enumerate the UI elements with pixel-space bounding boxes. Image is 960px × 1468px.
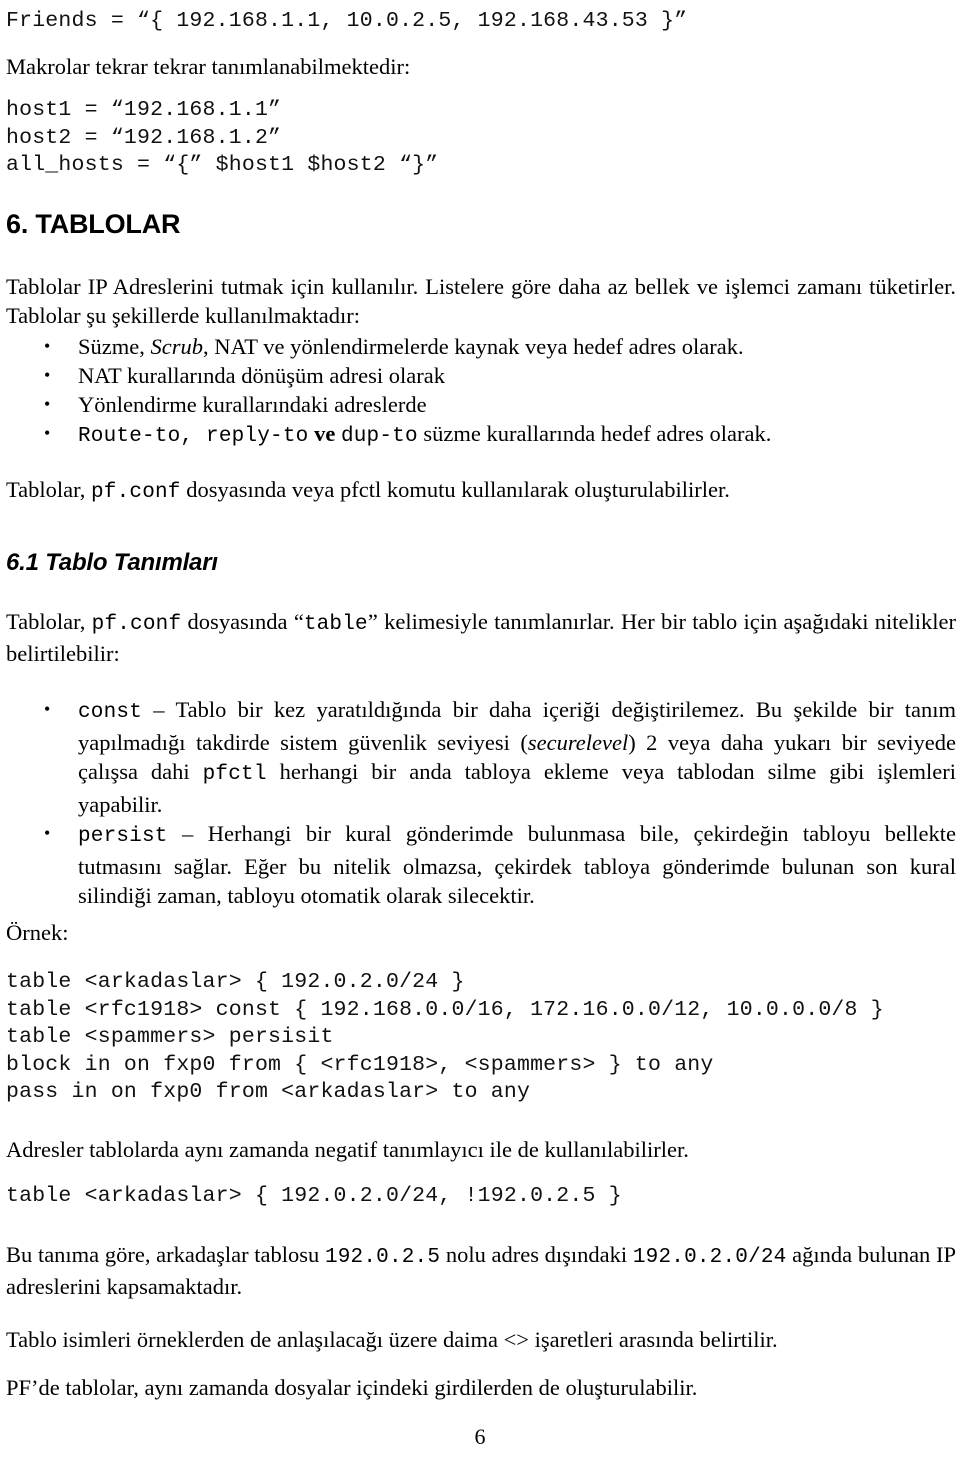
paragraph-bu-tanima: Bu tanıma göre, arkadaşlar tablosu 192.0… — [6, 1240, 956, 1301]
text-run-italic: Scrub — [150, 334, 204, 359]
text-run-code: pf.conf — [91, 481, 181, 504]
text-run: dosyasında “ — [181, 609, 304, 634]
heading-section-6: 6. TABLOLAR — [6, 209, 181, 239]
heading-section-6-1: 6.1 Tablo Tanımları — [6, 549, 218, 576]
list-item-text: persist – Herhangi bir kural gönderimde … — [78, 821, 956, 908]
paragraph-tablo-tanim: Tablolar, pf.conf dosyasında “table” kel… — [6, 607, 956, 668]
list-item-text: Yönlendirme kurallarındaki adreslerde — [78, 392, 427, 417]
bullet-icon: • — [44, 394, 51, 414]
code-table-examples: table <arkadaslar> { 192.0.2.0/24 } tabl… — [6, 970, 884, 1104]
code-table-negatif: table <arkadaslar> { 192.0.2.0/24, !192.… — [6, 1184, 622, 1208]
text-run: ve — [308, 421, 341, 446]
paragraph-tablolar-intro: Tablolar IP Adreslerini tutmak için kull… — [6, 274, 956, 328]
list-table-usage: • Süzme, Scrub, NAT ve yönlendirmelerde … — [0, 332, 956, 451]
text-run: süzme kurallarında hedef adres olarak. — [417, 421, 772, 446]
text-run: NAT kurallarında dönüşüm adresi olarak — [78, 363, 445, 388]
bullet-icon: • — [44, 365, 51, 385]
list-item: • Yönlendirme kurallarındaki adreslerde — [0, 390, 956, 419]
text-run-code: table — [303, 613, 368, 636]
bullet-icon: • — [44, 336, 51, 356]
list-table-attributes: • const – Tablo bir kez yaratıldığında b… — [0, 695, 956, 911]
label-ornek: Örnek: — [6, 920, 69, 945]
bullet-icon: • — [44, 699, 51, 719]
text-run: – Herhangi bir kural gönderimde bulunmas… — [78, 821, 956, 908]
paragraph-tablolar-pfconf: Tablolar, pf.conf dosyasında veya pfctl … — [6, 475, 956, 507]
list-item-text: const – Tablo bir kez yaratıldığında bir… — [78, 697, 956, 817]
list-item: • const – Tablo bir kez yaratıldığında b… — [0, 695, 956, 819]
page-number: 6 — [474, 1424, 486, 1449]
bullet-icon: • — [44, 423, 51, 443]
list-item: • Süzme, Scrub, NAT ve yönlendirmelerde … — [0, 332, 956, 361]
list-item-text: Route-to, reply-to ve dup-to süzme kural… — [78, 421, 772, 448]
document-page: Friends = “{ 192.168.1.1, 10.0.2.5, 192.… — [0, 0, 960, 1468]
text-run: , NAT ve yönlendirmelerde kaynak veya he… — [203, 334, 744, 359]
text-run: Tablolar, — [6, 477, 91, 502]
code-friends-macro: Friends = “{ 192.168.1.1, 10.0.2.5, 192.… — [6, 9, 688, 33]
text-run-code: 192.0.2.0/24 — [632, 1246, 787, 1269]
text-run-code: Route-to, reply-to — [78, 425, 309, 448]
text-run: Süzme, — [78, 334, 151, 359]
text-run-code: dup-to — [340, 425, 418, 448]
list-item-text: Süzme, Scrub, NAT ve yönlendirmelerde ka… — [78, 334, 744, 359]
text-run: Tablolar, — [6, 609, 92, 634]
list-item: • NAT kurallarında dönüşüm adresi olarak — [0, 361, 956, 390]
text-run-code: pf.conf — [91, 613, 182, 636]
list-item: • Route-to, reply-to ve dup-to süzme kur… — [0, 419, 956, 451]
text-run-italic: securelevel — [527, 729, 629, 755]
text-run-code: const — [78, 701, 143, 724]
paragraph-negatif: Adresler tablolarda aynı zamanda negatif… — [6, 1137, 689, 1162]
paragraph-pf-de-tablolar: PF’de tablolar, aynı zamanda dosyalar iç… — [6, 1375, 698, 1400]
paragraph-tablo-isimleri: Tablo isimleri örneklerden de anlaşılaca… — [6, 1327, 778, 1352]
list-item-text: NAT kurallarında dönüşüm adresi olarak — [78, 363, 445, 388]
paragraph-makrolar: Makrolar tekrar tekrar tanımlanabilmekte… — [6, 54, 411, 79]
bullet-icon: • — [44, 823, 51, 843]
code-host-macros: host1 = “192.168.1.1” host2 = “192.168.1… — [6, 98, 439, 177]
text-run: Bu tanıma göre, arkadaşlar tablosu — [6, 1242, 325, 1267]
text-run-code: 192.0.2.5 — [324, 1246, 441, 1269]
text-run: Yönlendirme kurallarındaki adreslerde — [78, 392, 427, 417]
list-item: • persist – Herhangi bir kural gönderimd… — [0, 819, 956, 911]
text-run-code: persist — [78, 825, 168, 848]
text-run-code: pfctl — [202, 763, 267, 786]
text-run: dosyasında veya pfctl komutu kullanılara… — [180, 477, 730, 502]
text-run: nolu adres dışındaki — [440, 1242, 633, 1267]
